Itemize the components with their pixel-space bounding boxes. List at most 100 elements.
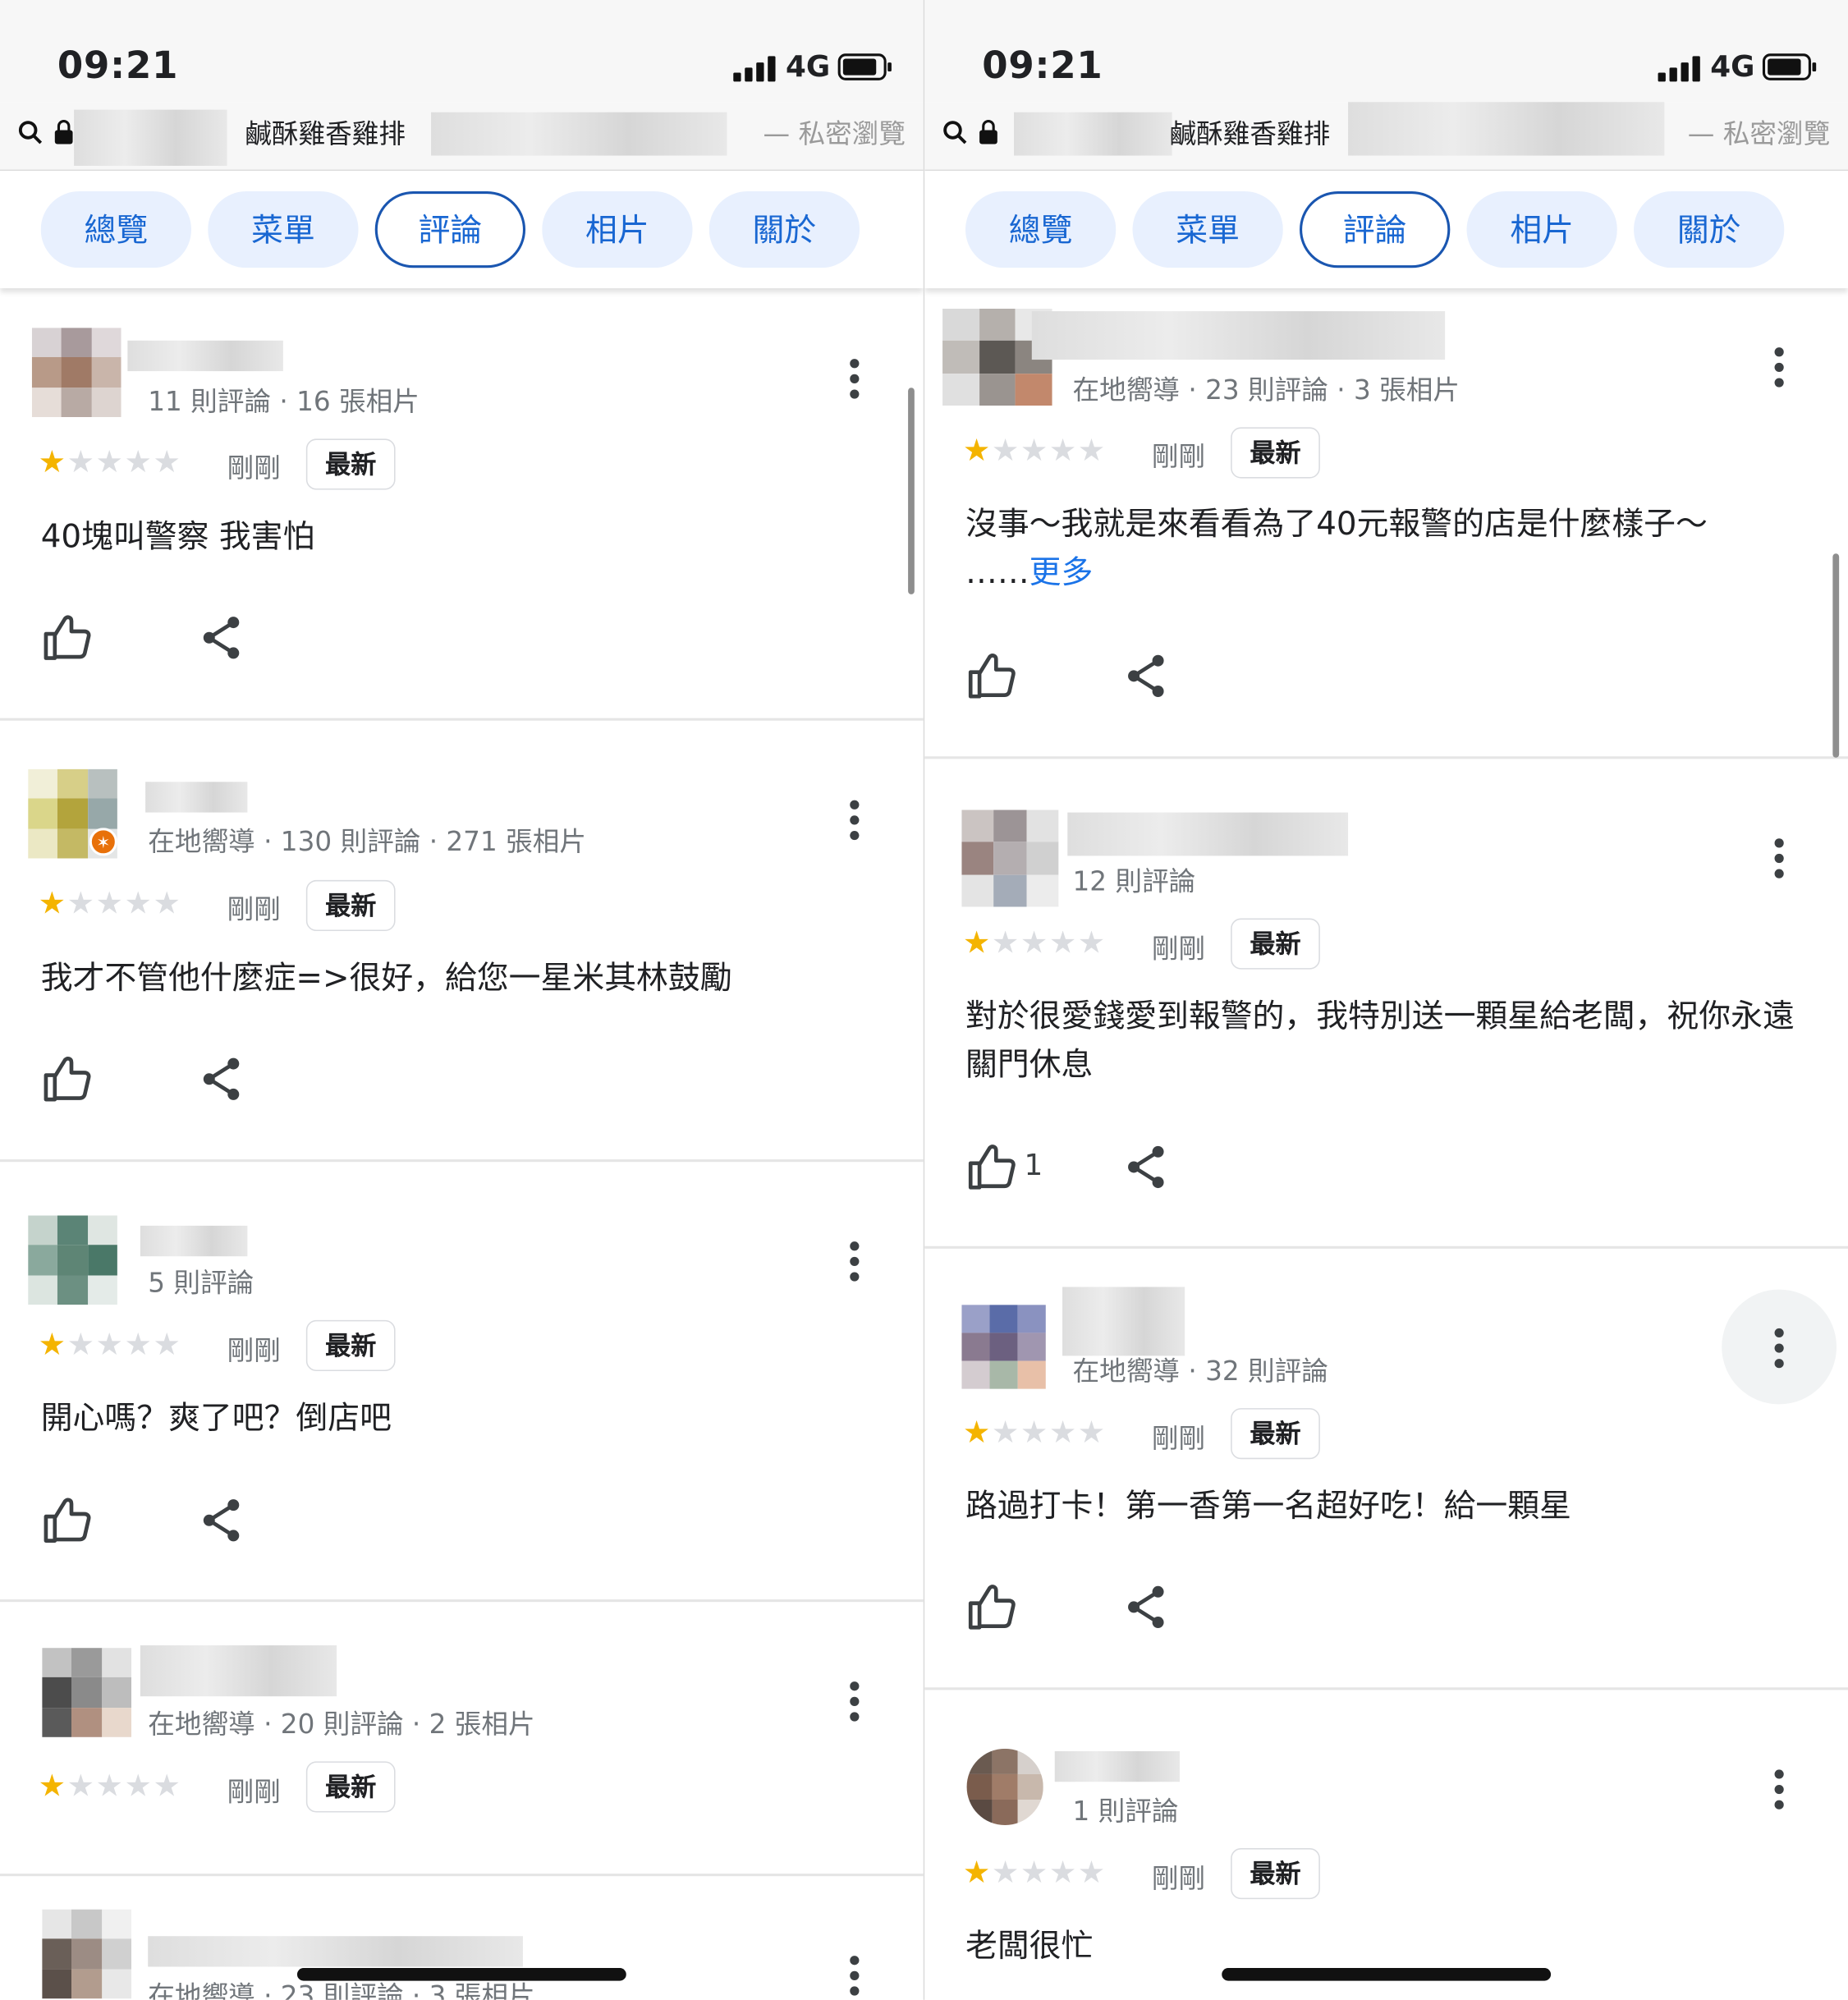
status-time: 09:21 bbox=[982, 43, 1103, 87]
address-bar[interactable]: 鹹酥雞香雞排 — 私密瀏覽 bbox=[924, 102, 1848, 172]
more-link[interactable]: 更多 bbox=[1029, 553, 1094, 590]
private-browsing-label: — 私密瀏覽 bbox=[1687, 118, 1831, 149]
thumb-up-icon[interactable] bbox=[41, 612, 92, 663]
reviewer-name-redacted[interactable] bbox=[1031, 311, 1446, 360]
thumb-up-icon[interactable] bbox=[41, 1495, 92, 1546]
avatar[interactable] bbox=[961, 810, 1059, 907]
avatar[interactable] bbox=[961, 1305, 1046, 1389]
more-options-button[interactable] bbox=[1722, 1731, 1837, 1846]
avatar[interactable] bbox=[42, 1648, 132, 1737]
redacted-text bbox=[1014, 112, 1172, 156]
review-card: 12 則評論 ★★★★★ 剛剛 最新 對於很愛錢愛到報警的，我特別送一顆星給老闆… bbox=[924, 759, 1848, 1249]
reviewer-name-redacted[interactable] bbox=[140, 1225, 248, 1257]
scrollbar[interactable] bbox=[1832, 553, 1840, 758]
star-rating: ★★★★★ bbox=[962, 924, 1107, 961]
home-indicator[interactable] bbox=[1222, 1968, 1552, 1981]
share-icon[interactable] bbox=[1124, 653, 1170, 699]
status-bar: 09:21 4G bbox=[924, 0, 1848, 103]
newest-badge: 最新 bbox=[1231, 427, 1320, 479]
avatar[interactable] bbox=[28, 1215, 117, 1305]
newest-badge: 最新 bbox=[1231, 918, 1320, 970]
left-screen: 09:21 4G 鹹酥雞香雞排 — 私密瀏覽 總覽 菜單 評論 相片 關於 11… bbox=[0, 0, 924, 2000]
reviewer-name-redacted[interactable] bbox=[145, 782, 248, 813]
page-title: 鹹酥雞香雞排 bbox=[245, 118, 406, 149]
reviewer-name-redacted[interactable] bbox=[1067, 812, 1349, 856]
thumb-up-icon[interactable] bbox=[965, 1581, 1016, 1632]
address-bar[interactable]: 鹹酥雞香雞排 — 私密瀏覽 bbox=[0, 102, 924, 172]
more-options-button[interactable] bbox=[797, 1203, 912, 1318]
review-card: 11 則評論 · 16 張相片 ★★★★★ 剛剛 最新 40塊叫警察 我害怕 bbox=[0, 288, 924, 721]
more-options-button[interactable] bbox=[797, 1643, 912, 1758]
svg-text:✶: ✶ bbox=[96, 833, 110, 852]
reviewer-name-redacted[interactable] bbox=[1062, 1287, 1185, 1356]
tab-photos[interactable]: 相片 bbox=[542, 191, 693, 268]
avatar[interactable] bbox=[966, 1748, 1043, 1826]
review-time: 剛剛 bbox=[227, 1777, 281, 1808]
tab-about[interactable]: 關於 bbox=[1634, 191, 1785, 268]
local-guide-badge-icon: ✶ bbox=[89, 828, 117, 856]
reviewer-meta: 11 則評論 · 16 張相片 bbox=[148, 386, 420, 417]
home-indicator[interactable] bbox=[296, 1968, 626, 1981]
thumb-up-icon[interactable] bbox=[41, 1053, 92, 1104]
reviewer-meta: 在地嚮導 · 23 則評論 · 3 張相片 bbox=[1072, 374, 1460, 406]
tab-overview[interactable]: 總覽 bbox=[40, 191, 192, 268]
tab-reviews[interactable]: 評論 bbox=[1300, 191, 1451, 268]
review-card: 在地嚮導 · 23 則評論 · 3 張相片 bbox=[0, 1876, 924, 2000]
more-vert-icon bbox=[1774, 838, 1784, 878]
reviewer-name-redacted[interactable] bbox=[140, 1645, 337, 1697]
share-icon[interactable] bbox=[199, 1056, 245, 1102]
newest-badge: 最新 bbox=[305, 438, 396, 490]
review-card: ✶ 在地嚮導 · 130 則評論 · 271 張相片 ★★★★★ 剛剛 最新 我… bbox=[0, 721, 924, 1163]
reviewer-name-redacted[interactable] bbox=[127, 340, 283, 372]
tab-reviews[interactable]: 評論 bbox=[374, 191, 526, 268]
search-icon bbox=[18, 121, 43, 144]
more-vert-icon bbox=[1774, 1769, 1784, 1810]
more-options-button[interactable] bbox=[1722, 309, 1837, 424]
review-text: 開心嗎？爽了吧？倒店吧 bbox=[40, 1399, 392, 1437]
screenshot-canvas: 09:21 4G 鹹酥雞香雞排 — 私密瀏覽 總覽 菜單 評論 相片 關於 11… bbox=[0, 0, 1848, 2000]
more-options-button[interactable] bbox=[797, 1917, 912, 2000]
review-card: 在地嚮導 · 23 則評論 · 3 張相片 ★★★★★ 剛剛 最新 沒事～我就是… bbox=[924, 288, 1848, 759]
share-icon[interactable] bbox=[199, 615, 245, 661]
avatar[interactable] bbox=[31, 328, 122, 417]
share-icon[interactable] bbox=[1124, 1584, 1170, 1630]
review-card: 在地嚮導 · 20 則評論 · 2 張相片 ★★★★★ 剛剛 最新 bbox=[0, 1602, 924, 1877]
review-time: 剛剛 bbox=[1151, 441, 1206, 472]
review-text-continued: ……更多 bbox=[965, 548, 1093, 597]
thumb-up-icon[interactable] bbox=[965, 1141, 1016, 1192]
tab-about[interactable]: 關於 bbox=[708, 191, 860, 268]
page-title: 鹹酥雞香雞排 bbox=[1169, 118, 1331, 149]
battery-icon bbox=[1762, 53, 1817, 80]
star-rating: ★★★★★ bbox=[38, 1326, 182, 1363]
review-card: 5 則評論 ★★★★★ 剛剛 最新 開心嗎？爽了吧？倒店吧 bbox=[0, 1162, 924, 1603]
battery-icon bbox=[837, 53, 892, 80]
more-vert-icon bbox=[1774, 347, 1784, 388]
more-options-button[interactable] bbox=[797, 761, 912, 876]
more-vert-icon bbox=[850, 1241, 860, 1282]
share-icon[interactable] bbox=[199, 1498, 245, 1544]
tab-menu[interactable]: 菜單 bbox=[208, 191, 359, 268]
more-options-button[interactable] bbox=[1722, 1289, 1837, 1405]
star-rating: ★★★★★ bbox=[962, 1414, 1107, 1451]
tab-menu[interactable]: 菜單 bbox=[1132, 191, 1283, 268]
review-time: 剛剛 bbox=[227, 894, 281, 925]
share-icon[interactable] bbox=[1124, 1144, 1170, 1190]
more-vert-icon bbox=[850, 1956, 860, 1996]
more-options-button[interactable] bbox=[797, 320, 912, 435]
status-bar: 09:21 4G bbox=[0, 0, 924, 103]
reviewer-name-redacted[interactable] bbox=[1054, 1750, 1180, 1782]
avatar[interactable] bbox=[42, 1909, 132, 1999]
place-tabs: 總覽 菜單 評論 相片 關於 bbox=[924, 171, 1848, 289]
reviewer-meta: 5 則評論 bbox=[148, 1268, 255, 1299]
tab-overview[interactable]: 總覽 bbox=[965, 191, 1117, 268]
review-text: 40塊叫警察 我害怕 bbox=[40, 517, 315, 555]
more-options-button[interactable] bbox=[1722, 800, 1837, 915]
reviewer-name-redacted[interactable] bbox=[148, 1936, 523, 1967]
scrollbar[interactable] bbox=[908, 388, 915, 594]
star-rating: ★★★★★ bbox=[38, 1768, 182, 1804]
tab-photos[interactable]: 相片 bbox=[1466, 191, 1617, 268]
review-time: 剛剛 bbox=[227, 452, 281, 484]
thumb-up-icon[interactable] bbox=[965, 650, 1016, 701]
newest-badge: 最新 bbox=[305, 879, 396, 932]
redacted-text bbox=[431, 112, 727, 156]
